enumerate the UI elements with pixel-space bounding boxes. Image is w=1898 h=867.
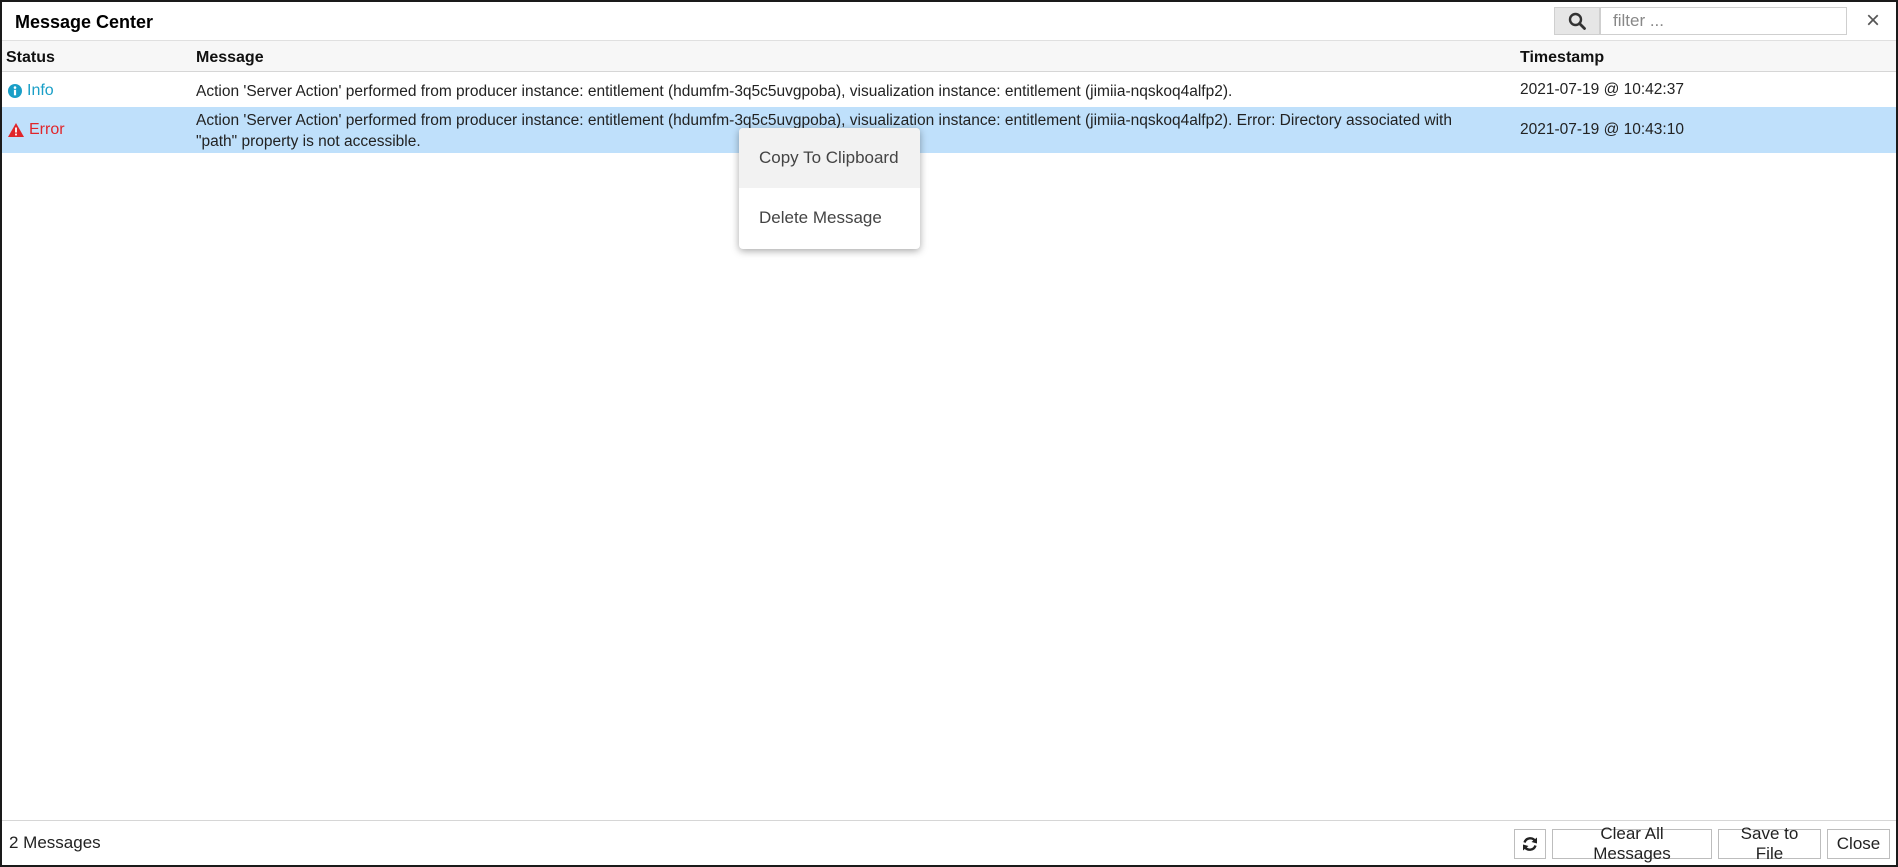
timestamp-cell: 2021-07-19 @ 10:42:37 bbox=[1520, 81, 1684, 98]
warning-triangle-icon bbox=[8, 123, 24, 137]
dialog-title: Message Center bbox=[15, 12, 154, 32]
status-label: Error bbox=[29, 121, 65, 138]
footer-bar: 2 Messages Clear All Messages Save to Fi… bbox=[2, 820, 1896, 865]
close-icon[interactable]: × bbox=[1860, 8, 1886, 34]
message-cell: Action 'Server Action' performed from pr… bbox=[196, 83, 1233, 100]
status-cell: Info bbox=[8, 82, 54, 100]
title-bar: Message Center × bbox=[2, 2, 1896, 40]
table-row-selected[interactable]: Error Action 'Server Action' performed f… bbox=[2, 107, 1896, 153]
filter-input[interactable] bbox=[1600, 7, 1847, 35]
delete-message-menu-item[interactable]: Delete Message bbox=[739, 188, 920, 248]
message-center-dialog: Message Center × Status Message Timestam… bbox=[0, 0, 1898, 867]
table-header: Status Message Timestamp bbox=[2, 40, 1896, 72]
timestamp-cell: 2021-07-19 @ 10:43:10 bbox=[1520, 121, 1684, 138]
status-column-header[interactable]: Status bbox=[6, 49, 55, 67]
save-to-file-button[interactable]: Save to File bbox=[1718, 824, 1821, 863]
refresh-icon bbox=[1523, 837, 1537, 851]
copy-to-clipboard-menu-item[interactable]: Copy To Clipboard bbox=[739, 128, 920, 188]
refresh-button[interactable] bbox=[1514, 829, 1546, 859]
search-button[interactable] bbox=[1554, 7, 1600, 35]
message-column-header[interactable]: Message bbox=[196, 49, 264, 67]
close-button[interactable]: Close bbox=[1827, 829, 1890, 859]
timestamp-column-header[interactable]: Timestamp bbox=[1520, 49, 1604, 67]
table-row[interactable]: Info Action 'Server Action' performed fr… bbox=[2, 73, 1896, 107]
search-icon bbox=[1568, 12, 1586, 30]
context-menu: Copy To Clipboard Delete Message bbox=[739, 128, 920, 249]
clear-all-messages-button[interactable]: Clear All Messages bbox=[1552, 824, 1712, 863]
status-cell: Error bbox=[8, 121, 65, 139]
status-label: Info bbox=[27, 82, 54, 99]
info-circle-icon bbox=[8, 84, 22, 98]
message-count: 2 Messages bbox=[9, 833, 101, 852]
